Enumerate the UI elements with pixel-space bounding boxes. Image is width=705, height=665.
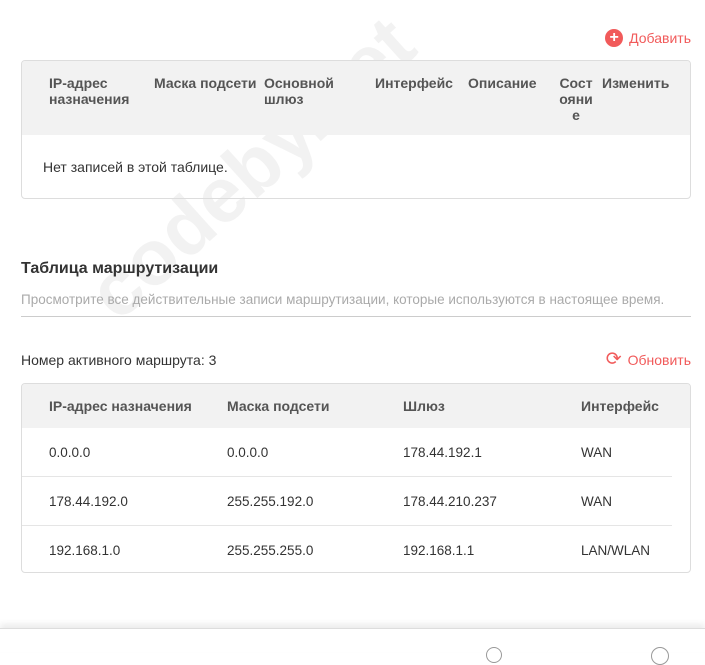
- col-status: Состояние: [559, 75, 593, 123]
- footer-bar: [0, 628, 705, 665]
- add-button[interactable]: + Добавить: [605, 29, 691, 47]
- up-icon[interactable]: [651, 647, 669, 665]
- table-cell: 0.0.0.0: [49, 445, 91, 460]
- table-cell: 178.44.210.237: [403, 494, 497, 509]
- section-title: Таблица маршрутизации: [21, 260, 219, 277]
- active-route-count: Номер активного маршрута: 3: [21, 352, 217, 368]
- table-cell: LAN/WLAN: [581, 543, 651, 558]
- table-cell: WAN: [581, 494, 612, 509]
- refresh-icon: ⟳: [605, 349, 622, 370]
- table-cell: 178.44.192.1: [403, 445, 482, 460]
- table-header: IP-адрес назначения Маска подсети Основн…: [22, 61, 690, 135]
- col-gateway: Основной шлюз: [264, 75, 334, 107]
- col-destination: IP-адрес назначения: [49, 398, 192, 414]
- add-label: Добавить: [629, 30, 691, 46]
- section-description: Просмотрите все действительные записи ма…: [21, 292, 691, 317]
- table-row: 0.0.0.0 0.0.0.0 178.44.192.1 WAN: [22, 428, 672, 477]
- table-row: 192.168.1.0 255.255.255.0 192.168.1.1 LAN/W…: [22, 526, 672, 572]
- refresh-button[interactable]: ⟳ Обновить: [606, 350, 691, 369]
- routing-table: IP-адрес назначения Маска подсети Шлюз И…: [21, 383, 691, 573]
- empty-message: Нет записей в этой таблице.: [43, 159, 228, 175]
- table-cell: WAN: [581, 445, 612, 460]
- col-description: Описание: [468, 75, 537, 91]
- table-header: IP-адрес назначения Маска подсети Шлюз И…: [22, 384, 690, 428]
- static-routes-table: IP-адрес назначения Маска подсети Основн…: [21, 60, 691, 199]
- col-gateway: Шлюз: [403, 398, 445, 414]
- table-row: 178.44.192.0 255.255.192.0 178.44.210.237 W…: [22, 477, 672, 526]
- table-cell: 255.255.192.0: [227, 494, 314, 509]
- col-interface: Интерфейс: [581, 398, 659, 414]
- col-destination: IP-адрес назначения: [49, 75, 130, 107]
- col-mask: Маска подсети: [154, 75, 257, 91]
- table-cell: 0.0.0.0: [227, 445, 269, 460]
- col-mask: Маска подсети: [227, 398, 330, 414]
- refresh-label: Обновить: [627, 351, 691, 368]
- col-interface: Интерфейс: [375, 75, 453, 91]
- table-cell: 255.255.255.0: [227, 543, 314, 558]
- col-edit: Изменить: [602, 75, 670, 91]
- table-cell: 178.44.192.0: [49, 494, 128, 509]
- help-icon[interactable]: [486, 647, 502, 663]
- plus-icon: +: [605, 29, 624, 47]
- table-cell: 192.168.1.1: [403, 543, 475, 558]
- table-cell: 192.168.1.0: [49, 543, 121, 558]
